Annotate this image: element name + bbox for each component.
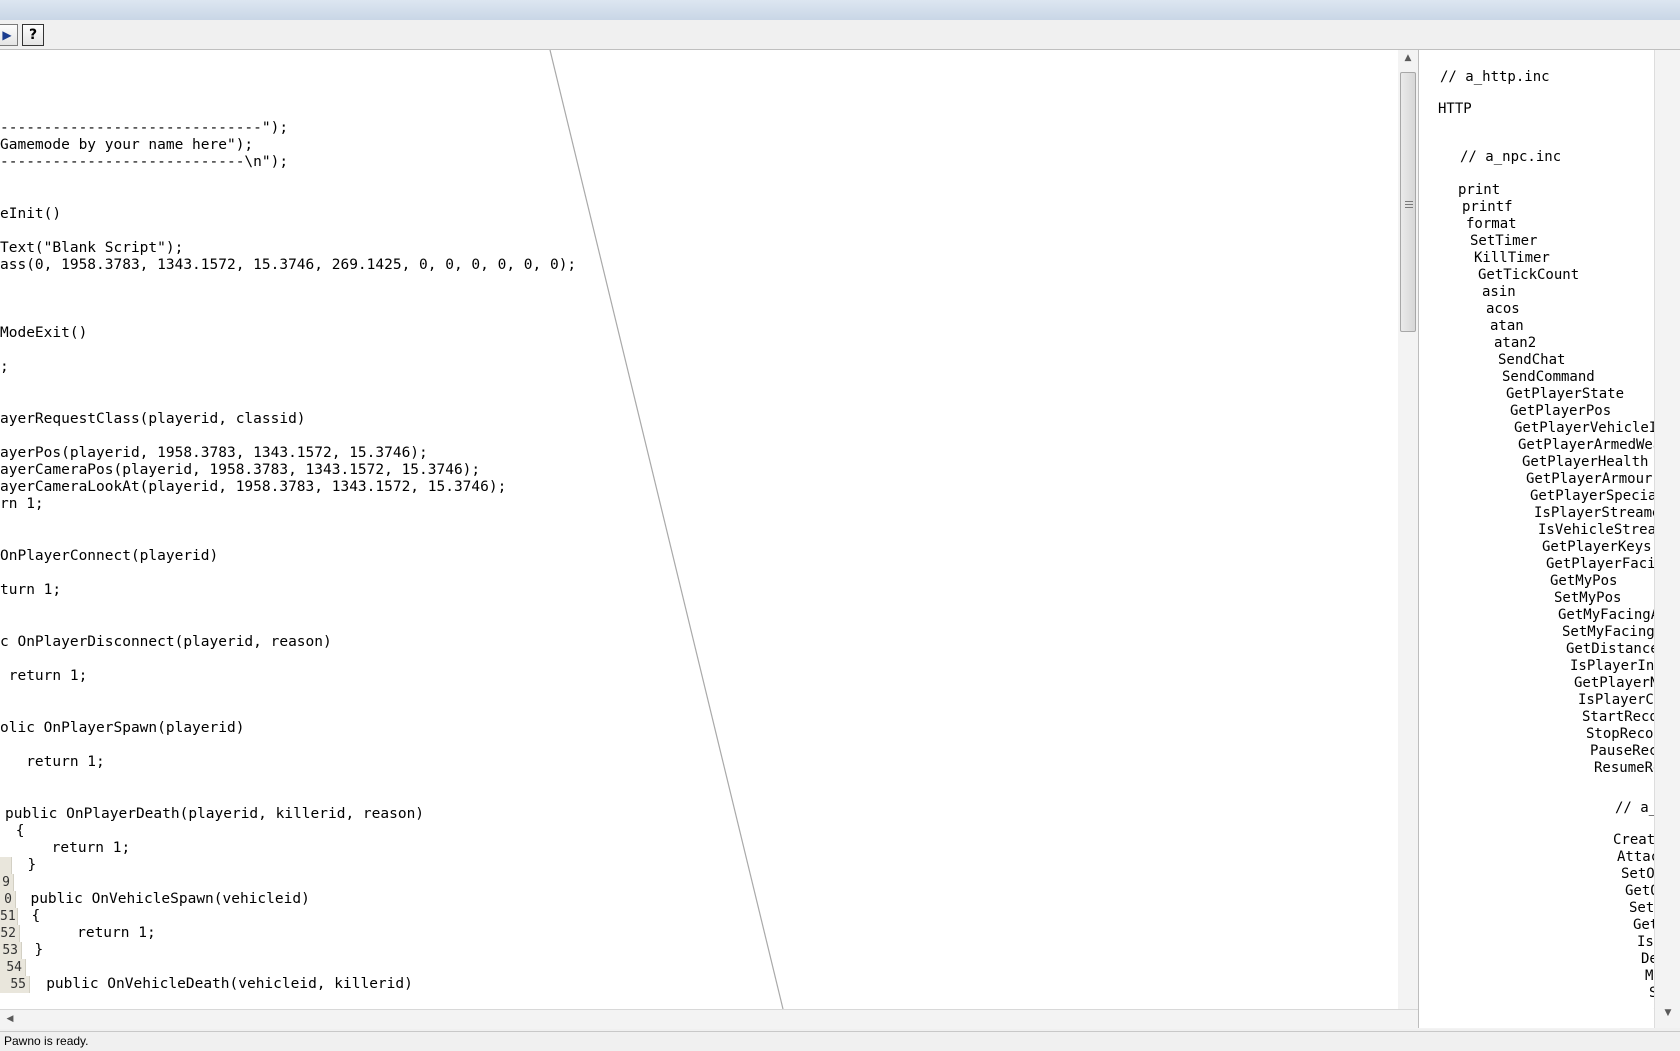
function-list-panel[interactable]: // a_http.inc HTTP // a_npc.incprint printf… bbox=[1418, 50, 1680, 1028]
code-line: return 1; bbox=[0, 668, 88, 684]
function-list-item[interactable]: SendCommand bbox=[1502, 369, 1595, 385]
code-line: olic OnPlayerSpawn(playerid) bbox=[0, 720, 245, 736]
function-list-item[interactable]: GetPlayerKeys bbox=[1542, 539, 1652, 555]
code-line: Gamemode by your name here"); bbox=[0, 137, 254, 153]
function-group-header: // a_http.inc bbox=[1440, 69, 1550, 85]
play-icon: ▶ bbox=[2, 28, 12, 42]
function-list-item[interactable]: GetTickCount bbox=[1478, 267, 1579, 283]
grip-line bbox=[1405, 204, 1413, 205]
line-number: 51 bbox=[0, 908, 18, 925]
code-line: { bbox=[7, 823, 25, 839]
code-line: ayerCameraPos(playerid, 1958.3783, 1343.… bbox=[0, 462, 481, 478]
code-line: eInit() bbox=[0, 206, 62, 222]
function-list-item[interactable]: GetPlayerArmour bbox=[1526, 471, 1652, 487]
code-line: } bbox=[10, 857, 37, 873]
function-list-item[interactable]: GetPlayerHealth bbox=[1522, 454, 1648, 470]
status-bar: Pawno is ready. bbox=[0, 1031, 1680, 1051]
code-line: public OnVehicleDeath(vehicleid, killeri… bbox=[20, 976, 413, 992]
function-list-item[interactable]: GetMyPos bbox=[1550, 573, 1617, 589]
editor-artifact-line bbox=[549, 50, 784, 1009]
grip-line bbox=[1405, 207, 1413, 208]
code-line: OnPlayerConnect(playerid) bbox=[0, 548, 219, 564]
code-line: ModeExit() bbox=[0, 325, 88, 341]
code-line: ayerRequestClass(playerid, classid) bbox=[0, 411, 306, 427]
scroll-left-arrow-icon[interactable]: ◀ bbox=[0, 1011, 20, 1028]
function-list-item[interactable]: asin bbox=[1482, 284, 1516, 300]
function-list-item[interactable]: SetTimer bbox=[1470, 233, 1537, 249]
window-titlebar bbox=[0, 0, 1680, 20]
code-line: ayerCameraLookAt(playerid, 1958.3783, 13… bbox=[0, 479, 507, 495]
function-list-item[interactable]: SetMyPos bbox=[1554, 590, 1621, 606]
function-list-scrollbar[interactable]: ▼ bbox=[1654, 50, 1680, 1028]
editor-vertical-scrollbar[interactable]: ▲ bbox=[1398, 50, 1418, 1009]
compile-run-button[interactable]: ▶ bbox=[0, 24, 18, 46]
function-list-item[interactable]: atan2 bbox=[1494, 335, 1536, 351]
help-button[interactable]: ? bbox=[22, 24, 44, 46]
code-line: return 1; bbox=[8, 840, 131, 856]
function-list-item[interactable]: SendChat bbox=[1498, 352, 1565, 368]
scrollbar-thumb[interactable] bbox=[1400, 72, 1416, 332]
code-line: return 1; bbox=[16, 925, 156, 941]
line-number: 53 bbox=[0, 942, 22, 959]
line-number: 9 bbox=[0, 874, 14, 891]
code-line: turn 1; bbox=[0, 582, 62, 598]
scroll-up-arrow-icon[interactable]: ▲ bbox=[1398, 50, 1418, 67]
scroll-down-arrow-icon[interactable]: ▼ bbox=[1658, 1005, 1678, 1022]
toolbar: ▶ ? bbox=[0, 20, 1680, 50]
code-line: ayerPos(playerid, 1958.3783, 1343.1572, … bbox=[0, 445, 428, 461]
code-line: ------------------------------"); bbox=[0, 120, 289, 136]
function-list-item[interactable]: GetPlayerVehicleID bbox=[1514, 420, 1666, 436]
line-number: 0 bbox=[0, 891, 16, 908]
function-list-item[interactable]: HTTP bbox=[1438, 101, 1472, 117]
status-text: Pawno is ready. bbox=[4, 1034, 89, 1048]
function-list-item[interactable]: GetPlayerState bbox=[1506, 386, 1624, 402]
line-number: 52 bbox=[0, 925, 20, 942]
help-icon: ? bbox=[28, 27, 38, 43]
function-list-item[interactable]: format bbox=[1466, 216, 1517, 232]
function-group-header: // a_npc.inc bbox=[1460, 149, 1562, 165]
function-list-item[interactable]: GetPlayerPos bbox=[1510, 403, 1611, 419]
line-number: 55 bbox=[0, 976, 30, 993]
code-line: c OnPlayerDisconnect(playerid, reason) bbox=[0, 634, 332, 650]
code-line: ----------------------------\n"); bbox=[0, 154, 289, 170]
code-line: Text("Blank Script"); bbox=[0, 240, 184, 256]
line-number bbox=[0, 857, 12, 874]
editor-horizontal-scrollbar[interactable]: ◀ ▶ bbox=[0, 1009, 1620, 1029]
code-editor[interactable]: ------------------------------"); Gamemod… bbox=[0, 50, 1399, 1009]
line-number: 54 bbox=[0, 959, 26, 976]
code-line: ass(0, 1958.3783, 1343.1572, 15.3746, 26… bbox=[0, 257, 577, 273]
code-line: return 1; bbox=[0, 754, 105, 770]
code-line: rn 1; bbox=[0, 496, 44, 512]
code-line: public OnPlayerDeath(playerid, killerid,… bbox=[5, 806, 425, 822]
function-list-item[interactable]: print bbox=[1458, 182, 1500, 198]
code-line: ; bbox=[0, 359, 9, 375]
grip-line bbox=[1405, 201, 1413, 202]
function-list-item[interactable]: acos bbox=[1486, 301, 1520, 317]
code-line: public OnVehicleSpawn(vehicleid) bbox=[13, 891, 310, 907]
function-list-item[interactable]: atan bbox=[1490, 318, 1524, 334]
function-list-item[interactable]: printf bbox=[1462, 199, 1513, 215]
function-list-item[interactable]: KillTimer bbox=[1474, 250, 1550, 266]
